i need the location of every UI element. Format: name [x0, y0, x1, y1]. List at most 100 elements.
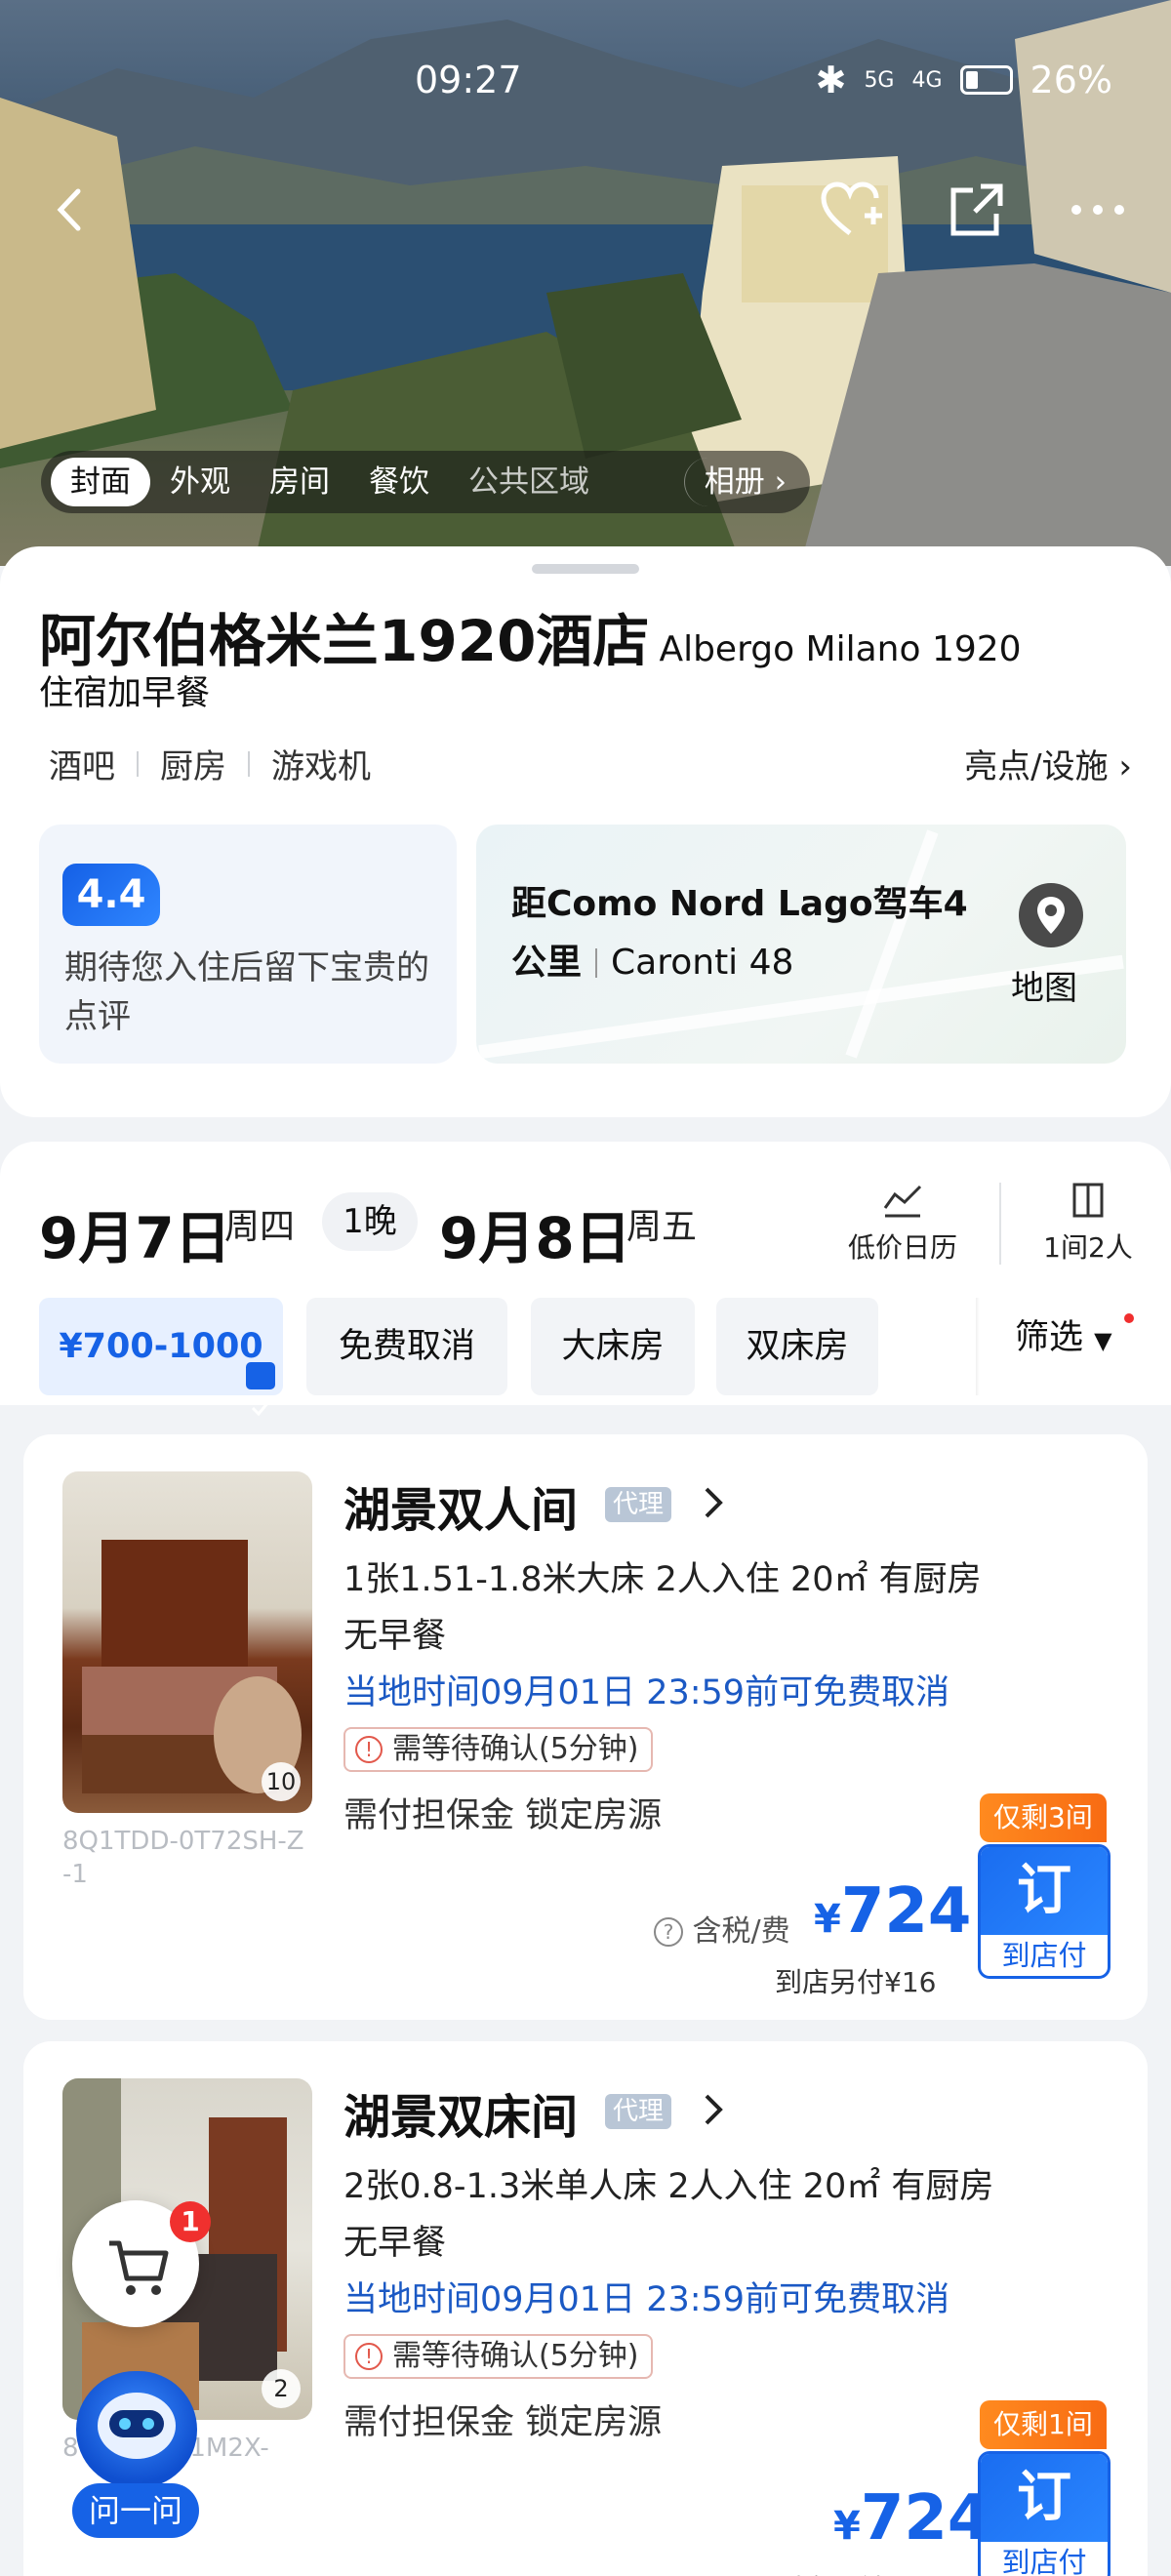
deposit-text: 需付担保金 锁定房源	[343, 1796, 663, 1835]
filter-chip-free-cancel[interactable]: 免费取消	[306, 1298, 507, 1395]
favorite-button[interactable]	[814, 172, 890, 248]
help-icon: ?	[654, 1917, 683, 1947]
book-label: 订	[981, 2454, 1108, 2542]
tax-label: 含税/费	[692, 1914, 790, 1949]
room-spec: 1张1.51-1.8米大床 2人入住 20㎡ 有厨房	[343, 1560, 982, 1599]
confirm-text: 需等待确认(5分钟)	[392, 1732, 639, 1766]
room-spec: 2张0.8-1.3米单人床 2人入住 20㎡ 有厨房	[343, 2167, 994, 2206]
tab-room[interactable]: 房间	[250, 458, 349, 506]
highlights-label: 亮点/设施	[964, 747, 1109, 786]
album-link[interactable]: 相册 ›	[683, 458, 810, 506]
tab-dining[interactable]: 餐饮	[349, 458, 449, 506]
confirm-tag: ! 需等待确认(5分钟)	[343, 2334, 653, 2379]
chevron-right-icon[interactable]	[699, 2090, 728, 2133]
filter-chip-price[interactable]: ¥700-1000	[39, 1298, 283, 1417]
signal-5g-label: 5G	[864, 67, 895, 93]
extra-fee: 到店另付¥16	[775, 2568, 936, 2576]
share-button[interactable]	[939, 172, 1015, 248]
currency-symbol: ¥	[833, 2504, 861, 2549]
rating-prompt: 期待您入住后留下宝贵的点评	[64, 948, 429, 1036]
highlights-link[interactable]: 亮点/设施 ›	[964, 740, 1132, 787]
booking-bar: 9月7日 周四 1晚 9月8日 周五 低价日历 1间2人 ¥700-1000 免…	[0, 1142, 1171, 1417]
confirm-text: 需等待确认(5分钟)	[392, 2339, 639, 2373]
hotel-photo-hero[interactable]: 09:27 ✱ 5G 4G 26% 封面 外观 房间 餐饮 公共区域 相册 ›	[0, 0, 1171, 566]
share-icon	[950, 183, 1003, 236]
room-price: ¥724	[814, 1875, 971, 1948]
alert-icon: !	[355, 2343, 383, 2370]
low-price-calendar-button[interactable]: 低价日历	[839, 1181, 966, 1266]
book-button[interactable]: 订 到店付	[978, 1844, 1110, 1979]
facility-list: 酒吧 厨房 游戏机	[49, 740, 371, 787]
checkin-date[interactable]: 9月7日	[39, 1192, 231, 1274]
caret-down-icon: ▼	[1094, 1327, 1112, 1354]
book-label: 订	[981, 1847, 1108, 1935]
hotel-info-card: 阿尔伯格米兰1920酒店 Albergo Milano 1920 住宿加早餐 酒吧…	[0, 546, 1171, 1117]
rating-box[interactable]: 4.4 期待您入住后留下宝贵的点评	[39, 825, 457, 1064]
drag-handle[interactable]	[532, 564, 639, 574]
tax-info[interactable]: ? 含税/费	[654, 1907, 790, 1950]
cancel-policy: 当地时间09月01日 23:59前可免费取消	[343, 1673, 950, 1712]
room-photo[interactable]: 10	[62, 1471, 312, 1813]
door-icon	[1072, 1183, 1104, 1218]
filter-chip-twin-bed[interactable]: 双床房	[716, 1298, 878, 1395]
chevron-right-icon: ›	[1118, 747, 1132, 786]
rooms-left-tag: 仅剩1间	[980, 2400, 1107, 2449]
signal-4g-label: 4G	[911, 67, 943, 93]
filter-label: 筛选	[1015, 1318, 1084, 1357]
divider	[595, 948, 598, 978]
chevron-right-icon[interactable]	[699, 1483, 728, 1526]
filter-chip-king-bed[interactable]: 大床房	[531, 1298, 695, 1395]
tab-exterior[interactable]: 外观	[150, 458, 250, 506]
deposit-text: 需付担保金 锁定房源	[343, 2403, 663, 2442]
price-value: 724	[840, 1875, 972, 1948]
bluetooth-icon: ✱	[815, 59, 847, 101]
rating-score: 4.4	[62, 864, 160, 926]
assistant-label[interactable]: 问一问	[72, 2483, 199, 2538]
map-box[interactable]: 距Como Nord Lago驾车4公里 Caronti 48 地图	[476, 825, 1126, 1064]
tab-cover[interactable]: 封面	[51, 458, 150, 506]
rooms-guests-button[interactable]: 1间2人	[1025, 1181, 1151, 1266]
filter-button[interactable]: 筛选 ▼	[1015, 1309, 1134, 1359]
agent-badge: 代理	[605, 2094, 672, 2129]
battery-percent: 26%	[1030, 59, 1112, 101]
room-price: ¥724	[833, 2482, 990, 2555]
book-button[interactable]: 订 到店付	[978, 2451, 1110, 2576]
rooms-guests-label: 1间2人	[1043, 1231, 1133, 1264]
location-text: 距Como Nord Lago驾车4公里 Caronti 48	[511, 875, 999, 992]
heart-plus-icon	[821, 181, 882, 235]
cancel-policy: 当地时间09月01日 23:59前可免费取消	[343, 2280, 950, 2319]
image-count: 10	[262, 1762, 301, 1801]
assistant-button[interactable]	[76, 2371, 197, 2488]
tab-public-area[interactable]: 公共区域	[449, 458, 609, 506]
checkin-weekday: 周四	[224, 1207, 296, 1247]
pay-at-hotel-label: 到店付	[1001, 2546, 1087, 2576]
divider	[137, 750, 139, 777]
hotel-name-en: Albergo Milano 1920	[659, 629, 1022, 669]
extra-fee: 到店另付¥16	[775, 1966, 937, 1998]
facility-item: 酒吧	[49, 747, 115, 786]
back-button[interactable]	[33, 172, 109, 248]
filter-dot	[1123, 1313, 1134, 1323]
facility-item: 游戏机	[271, 747, 371, 786]
robot-icon	[98, 2393, 176, 2459]
price-value: 724	[860, 2482, 991, 2555]
check-icon	[246, 1362, 275, 1417]
hotel-subtitle: 住宿加早餐	[39, 674, 211, 713]
room-name[interactable]: 湖景双人间	[343, 1471, 578, 1540]
room-name[interactable]: 湖景双床间	[343, 2078, 578, 2147]
chevron-right-icon: ›	[774, 464, 787, 500]
confirm-tag: ! 需等待确认(5分钟)	[343, 1727, 653, 1772]
room-meal: 无早餐	[343, 1617, 447, 1656]
checkout-date[interactable]: 9月8日	[439, 1192, 631, 1274]
more-button[interactable]	[1060, 172, 1136, 248]
room-photo-image	[82, 1540, 302, 1793]
room-card[interactable]: 10 8Q1TDD-0T72SH-Z-1 湖景双人间 代理 1张1.51-1.8…	[23, 1434, 1148, 2020]
divider	[976, 1298, 980, 1395]
calendar-chart-icon	[883, 1185, 922, 1218]
alert-icon: !	[355, 1736, 383, 1763]
map-pin-icon	[1019, 883, 1083, 947]
agent-badge: 代理	[605, 1487, 672, 1522]
filter-chip-label: ¥700-1000	[59, 1327, 263, 1366]
back-arrow-icon	[57, 188, 81, 231]
divider	[999, 1183, 1001, 1265]
